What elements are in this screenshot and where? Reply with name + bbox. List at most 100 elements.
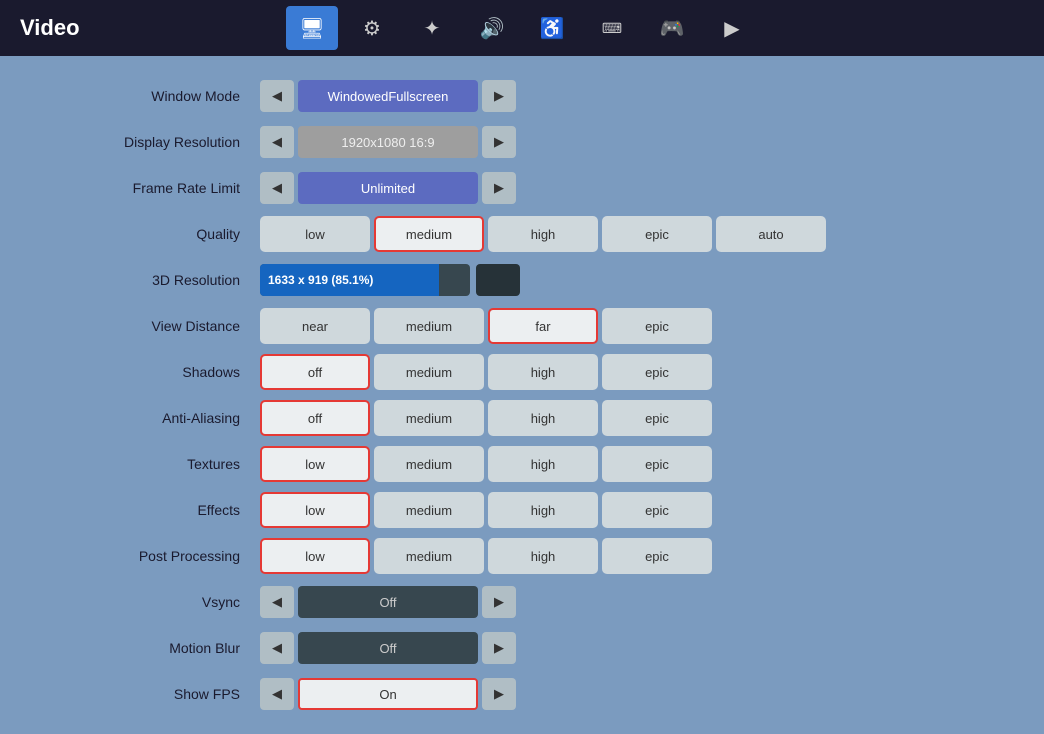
show-fps-value: On [298, 678, 478, 710]
shadows-opt-medium[interactable]: medium [374, 354, 484, 390]
settings-content: Window Mode ◀ WindowedFullscreen ▶ Displ… [0, 56, 1044, 734]
resolution-3d-bar[interactable]: 1633 x 919 (85.1%) [260, 264, 470, 296]
post-processing-row: Post Processing low medium high epic [60, 536, 984, 576]
motion-blur-row: Motion Blur ◀ Off ▶ [60, 628, 984, 668]
anti-aliasing-options: off medium high epic [260, 400, 712, 436]
display-resolution-row: Display Resolution ◀ 1920x1080 16:9 ▶ [60, 122, 984, 162]
tab-replay[interactable]: ▶ [706, 6, 758, 50]
tab-controller[interactable]: 🎮 [646, 6, 698, 50]
quality-opt-auto[interactable]: auto [716, 216, 826, 252]
window-mode-prev[interactable]: ◀ [260, 80, 294, 112]
display-resolution-label: Display Resolution [60, 134, 260, 150]
resolution-3d-row: 3D Resolution 1633 x 919 (85.1%) [60, 260, 984, 300]
tab-brightness[interactable]: ✦ [406, 6, 458, 50]
anti-aliasing-row: Anti-Aliasing off medium high epic [60, 398, 984, 438]
tab-keybinds[interactable]: ⌨ [586, 6, 638, 50]
tab-settings[interactable]: ⚙ [346, 6, 398, 50]
show-fps-next[interactable]: ▶ [482, 678, 516, 710]
vsync-next[interactable]: ▶ [482, 586, 516, 618]
frame-rate-value: Unlimited [298, 172, 478, 204]
display-resolution-value: 1920x1080 16:9 [298, 126, 478, 158]
effects-opt-epic[interactable]: epic [602, 492, 712, 528]
anti-aliasing-opt-high[interactable]: high [488, 400, 598, 436]
anti-aliasing-opt-epic[interactable]: epic [602, 400, 712, 436]
textures-row: Textures low medium high epic [60, 444, 984, 484]
quality-opt-low[interactable]: low [260, 216, 370, 252]
frame-rate-label: Frame Rate Limit [60, 180, 260, 196]
display-resolution-prev[interactable]: ◀ [260, 126, 294, 158]
resolution-3d-value: 1633 x 919 (85.1%) [268, 273, 373, 287]
quality-row: Quality low medium high epic auto [60, 214, 984, 254]
window-mode-value: WindowedFullscreen [298, 80, 478, 112]
tab-display[interactable]: 🖥 [286, 6, 338, 50]
post-processing-label: Post Processing [60, 548, 260, 564]
textures-options: low medium high epic [260, 446, 712, 482]
anti-aliasing-opt-medium[interactable]: medium [374, 400, 484, 436]
textures-opt-medium[interactable]: medium [374, 446, 484, 482]
frame-rate-row: Frame Rate Limit ◀ Unlimited ▶ [60, 168, 984, 208]
textures-label: Textures [60, 456, 260, 472]
vsync-value: Off [298, 586, 478, 618]
window-mode-label: Window Mode [60, 88, 260, 104]
shadows-opt-epic[interactable]: epic [602, 354, 712, 390]
view-distance-opt-epic[interactable]: epic [602, 308, 712, 344]
post-processing-opt-low[interactable]: low [260, 538, 370, 574]
display-resolution-controls: ◀ 1920x1080 16:9 ▶ [260, 126, 516, 158]
effects-opt-high[interactable]: high [488, 492, 598, 528]
anti-aliasing-opt-off[interactable]: off [260, 400, 370, 436]
shadows-label: Shadows [60, 364, 260, 380]
post-processing-options: low medium high epic [260, 538, 712, 574]
top-bar: Video 🖥 ⚙ ✦ 🔊 ♿ ⌨ 🎮 ▶ [0, 0, 1044, 56]
view-distance-opt-near[interactable]: near [260, 308, 370, 344]
shadows-options: off medium high epic [260, 354, 712, 390]
motion-blur-next[interactable]: ▶ [482, 632, 516, 664]
tab-accessibility[interactable]: ♿ [526, 6, 578, 50]
vsync-label: Vsync [60, 594, 260, 610]
view-distance-row: View Distance near medium far epic [60, 306, 984, 346]
window-mode-row: Window Mode ◀ WindowedFullscreen ▶ [60, 76, 984, 116]
motion-blur-controls: ◀ Off ▶ [260, 632, 516, 664]
resolution-3d-label: 3D Resolution [60, 272, 260, 288]
vsync-controls: ◀ Off ▶ [260, 586, 516, 618]
post-processing-opt-high[interactable]: high [488, 538, 598, 574]
show-fps-row: Show FPS ◀ On ▶ [60, 674, 984, 714]
quality-opt-epic[interactable]: epic [602, 216, 712, 252]
vsync-row: Vsync ◀ Off ▶ [60, 582, 984, 622]
frame-rate-controls: ◀ Unlimited ▶ [260, 172, 516, 204]
frame-rate-next[interactable]: ▶ [482, 172, 516, 204]
effects-opt-low[interactable]: low [260, 492, 370, 528]
tab-icon-group: 🖥 ⚙ ✦ 🔊 ♿ ⌨ 🎮 ▶ [286, 6, 758, 50]
tab-audio[interactable]: 🔊 [466, 6, 518, 50]
shadows-opt-off[interactable]: off [260, 354, 370, 390]
textures-opt-high[interactable]: high [488, 446, 598, 482]
window-mode-controls: ◀ WindowedFullscreen ▶ [260, 80, 516, 112]
effects-opt-medium[interactable]: medium [374, 492, 484, 528]
post-processing-opt-epic[interactable]: epic [602, 538, 712, 574]
show-fps-prev[interactable]: ◀ [260, 678, 294, 710]
view-distance-label: View Distance [60, 318, 260, 334]
resolution-3d-dark [476, 264, 520, 296]
motion-blur-prev[interactable]: ◀ [260, 632, 294, 664]
anti-aliasing-label: Anti-Aliasing [60, 410, 260, 426]
vsync-prev[interactable]: ◀ [260, 586, 294, 618]
quality-opt-high[interactable]: high [488, 216, 598, 252]
view-distance-opt-medium[interactable]: medium [374, 308, 484, 344]
frame-rate-prev[interactable]: ◀ [260, 172, 294, 204]
quality-label: Quality [60, 226, 260, 242]
effects-label: Effects [60, 502, 260, 518]
motion-blur-value: Off [298, 632, 478, 664]
view-distance-options: near medium far epic [260, 308, 712, 344]
show-fps-controls: ◀ On ▶ [260, 678, 516, 710]
page-title: Video [20, 15, 80, 41]
textures-opt-epic[interactable]: epic [602, 446, 712, 482]
quality-opt-medium[interactable]: medium [374, 216, 484, 252]
resolution-3d-controls: 1633 x 919 (85.1%) [260, 264, 520, 296]
post-processing-opt-medium[interactable]: medium [374, 538, 484, 574]
shadows-opt-high[interactable]: high [488, 354, 598, 390]
view-distance-opt-far[interactable]: far [488, 308, 598, 344]
motion-blur-label: Motion Blur [60, 640, 260, 656]
resolution-3d-fill: 1633 x 919 (85.1%) [260, 264, 439, 296]
window-mode-next[interactable]: ▶ [482, 80, 516, 112]
display-resolution-next[interactable]: ▶ [482, 126, 516, 158]
textures-opt-low[interactable]: low [260, 446, 370, 482]
